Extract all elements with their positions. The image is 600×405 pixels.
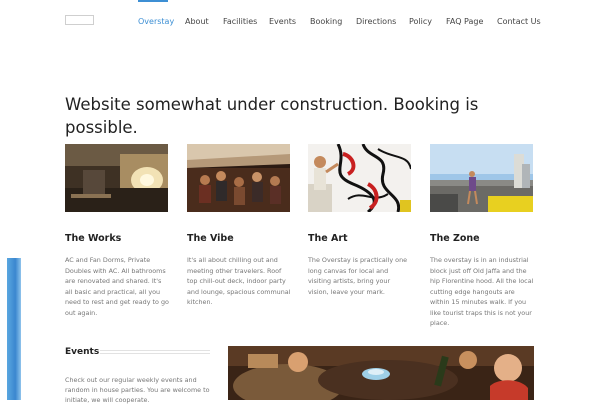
card-title-vibe: The Vibe [187, 232, 234, 244]
card-title-art: The Art [308, 232, 348, 244]
nav-item-about[interactable]: About [185, 17, 209, 26]
card-text-works: AC and Fan Dorms, Private Doubles with A… [65, 256, 169, 317]
card-title-works: The Works [65, 232, 122, 244]
nav-item-booking[interactable]: Booking [310, 17, 342, 26]
hero-title: Website somewhat under construction. Boo… [65, 95, 479, 138]
card-title-zone: The Zone [430, 232, 480, 244]
card-text-vibe: It's all about chilling out and meeting … [187, 256, 291, 306]
zone-photo[interactable] [430, 144, 533, 212]
nav-item-facilities[interactable]: Facilities [223, 17, 257, 26]
works-photo[interactable] [65, 144, 168, 212]
side-image-strip [7, 258, 21, 400]
active-nav-indicator [138, 0, 168, 2]
events-text: Check out our regular weekly events and … [65, 376, 210, 404]
card-text-zone: The overstay is in an industrial block j… [430, 256, 534, 327]
vibe-photo[interactable] [187, 144, 290, 212]
nav-item-policy[interactable]: Policy [409, 17, 432, 26]
nav-item-faq[interactable]: FAQ Page [446, 17, 483, 26]
card-text-art: The Overstay is practically one long can… [308, 256, 408, 296]
main-nav: Overstay About Facilities Events Booking… [0, 0, 600, 40]
events-divider-2 [100, 353, 210, 354]
nav-item-directions[interactable]: Directions [356, 17, 396, 26]
nav-item-events[interactable]: Events [269, 17, 296, 26]
events-heading: Events [65, 347, 100, 357]
events-photo[interactable] [228, 346, 534, 400]
events-divider [100, 350, 210, 351]
nav-item-contact[interactable]: Contact Us [497, 17, 541, 26]
art-photo[interactable] [308, 144, 411, 212]
nav-item-overstay[interactable]: Overstay [138, 17, 174, 26]
